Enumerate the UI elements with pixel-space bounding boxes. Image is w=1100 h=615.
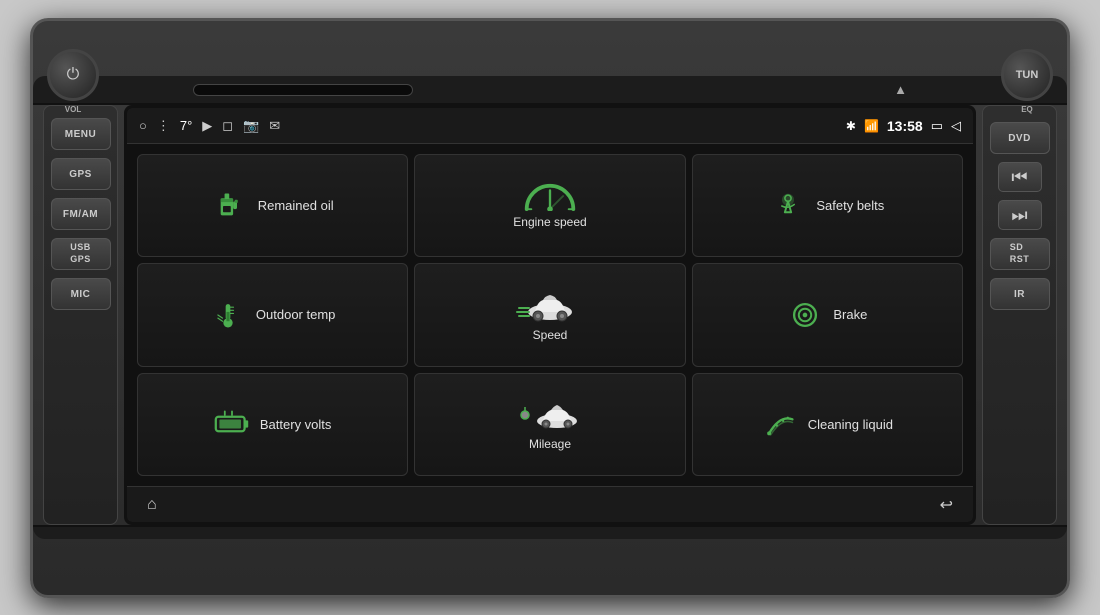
remained-oil-label: Remained oil	[258, 198, 334, 213]
seatbelt-icon	[770, 192, 806, 220]
battery-volts-card[interactable]: Battery volts	[137, 373, 408, 476]
left-panel: MENU GPS FM/AM USBGPS MIC	[43, 105, 118, 525]
engine-speed-label: Engine speed	[513, 215, 586, 229]
radio-unit: ▲ ⏻ VOL TUN EQ MENU GPS FM/AM USBGPS MIC…	[30, 18, 1070, 598]
gps-button[interactable]: GPS	[51, 158, 111, 190]
brake-icon	[787, 301, 823, 329]
back-nav-icon[interactable]: ◁	[951, 118, 961, 134]
menu-button[interactable]: MENU	[51, 118, 111, 150]
box-icon: ◻	[222, 118, 233, 134]
bluetooth-icon: ✱	[846, 119, 856, 133]
mileage-card[interactable]: Mileage	[414, 373, 685, 476]
screen: ○ ⋮ 7° ▶ ◻ 📷 ✉ ✱ 📶 13:58 ▭ ◁	[124, 105, 976, 525]
cleaning-liquid-card[interactable]: Cleaning liquid	[692, 373, 963, 476]
play-status-icon[interactable]: ▶	[202, 118, 212, 134]
cleaning-liquid-label: Cleaning liquid	[808, 417, 893, 432]
outdoor-temp-card[interactable]: Outdoor temp	[137, 263, 408, 366]
home-status-icon[interactable]: ○	[139, 118, 147, 133]
gauge-icon	[520, 183, 580, 211]
fmam-button[interactable]: FM/AM	[51, 198, 111, 230]
ir-button[interactable]: IR	[990, 278, 1050, 310]
bottom-bar: ⌂ ↩	[127, 486, 973, 522]
tune-knob[interactable]: TUN	[1001, 49, 1053, 101]
battery-icon	[214, 410, 250, 438]
battery-volts-label: Battery volts	[260, 417, 332, 432]
cd-slot	[193, 84, 413, 96]
time-display: 13:58	[887, 118, 923, 134]
next-button[interactable]: ⏭	[998, 200, 1042, 230]
vol-label: VOL	[47, 105, 99, 114]
volume-knob[interactable]: ⏻	[47, 49, 99, 101]
prev-button[interactable]: ⏮	[998, 162, 1042, 192]
camera-icon: 📷	[243, 118, 259, 134]
screen-size-icon: ▭	[931, 118, 943, 134]
safety-belts-card[interactable]: Safety belts	[692, 154, 963, 257]
wiper-icon	[762, 410, 798, 438]
outdoor-temp-label: Outdoor temp	[256, 307, 336, 322]
back-bottom-icon[interactable]: ↩	[940, 495, 953, 515]
power-icon: ⏻	[67, 66, 80, 84]
car-mileage-icon	[515, 397, 585, 433]
right-panel: DVD ⏮ ⏭ SDRST IR	[982, 105, 1057, 525]
speed-label: Speed	[533, 328, 568, 342]
eject-button[interactable]: ▲	[894, 82, 907, 97]
status-bar: ○ ⋮ 7° ▶ ◻ 📷 ✉ ✱ 📶 13:58 ▭ ◁	[127, 108, 973, 144]
menu-status-icon[interactable]: ⋮	[157, 118, 170, 134]
brake-card[interactable]: Brake	[692, 263, 963, 366]
thermometer-icon	[210, 301, 246, 329]
mic-button[interactable]: MIC	[51, 278, 111, 310]
wifi-icon: 📶	[864, 119, 879, 133]
engine-speed-card[interactable]: Engine speed	[414, 154, 685, 257]
brake-label: Brake	[833, 307, 867, 322]
tune-label: TUN	[1016, 69, 1039, 81]
sd-rst-button[interactable]: SDRST	[990, 238, 1050, 270]
speed-card[interactable]: Speed	[414, 263, 685, 366]
temp-display: 7°	[180, 118, 192, 133]
usb-gps-button[interactable]: USBGPS	[51, 238, 111, 270]
car-speed-icon	[515, 288, 585, 324]
fuel-icon	[212, 192, 248, 220]
safety-belts-label: Safety belts	[816, 198, 884, 213]
email-icon: ✉	[269, 118, 280, 134]
main-grid: Remained oil Engine speed	[127, 144, 973, 486]
remained-oil-card[interactable]: Remained oil	[137, 154, 408, 257]
mileage-label: Mileage	[529, 437, 571, 451]
eq-label: EQ	[1001, 105, 1053, 114]
home-bottom-icon[interactable]: ⌂	[147, 496, 157, 514]
dvd-button[interactable]: DVD	[990, 122, 1050, 154]
